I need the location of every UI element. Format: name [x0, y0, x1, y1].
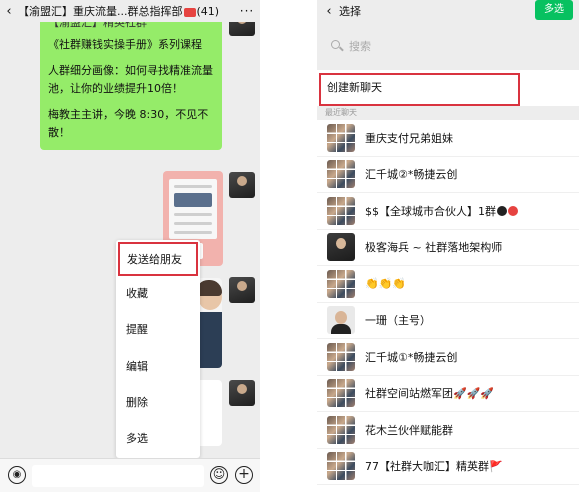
group-avatar [327, 269, 355, 298]
sender-avatar[interactable] [229, 172, 255, 198]
menu-item-edit[interactable]: 编辑 [116, 349, 200, 385]
message-paragraph: 《社群赚钱实操手册》系列课程 [48, 38, 202, 51]
group-avatar [327, 342, 355, 371]
select-header: ‹ 选择 多选 [317, 0, 579, 22]
chat-name: 77【社群大咖汇】精英群🚩 [365, 460, 503, 474]
card-content-image [169, 179, 217, 239]
black-circle-icon [497, 205, 507, 216]
chat-list-item[interactable]: 77【社群大咖汇】精英群🚩 [317, 449, 579, 485]
chat-list-item[interactable]: 花木兰伙伴赋能群 [317, 412, 579, 449]
group-avatar [327, 123, 355, 152]
chat-list-item[interactable]: 👏👏👏 [317, 266, 579, 303]
chat-name: 一珊（主号） [365, 314, 431, 328]
chat-name: 社群空间站燃军团🚀🚀🚀 [365, 387, 495, 401]
message-bubble-course[interactable]: 【渝盟汇】精英社群 《社群赚钱实操手册》系列课程 人群细分画像：如何寻找精准流量… [40, 10, 222, 150]
red-circle-icon [508, 205, 518, 216]
chat-header: ‹ 【渝盟汇】重庆流量...群总指挥部 (41) ··· [0, 0, 260, 22]
chat-list-item[interactable]: 汇千城①*畅捷云创 [317, 339, 579, 376]
message-paragraph: 人群细分画像：如何寻找精准流量池，让你的业绩提升10倍！ [48, 64, 213, 95]
chat-name: 极客海兵 ~ 社群落地架构师 [365, 241, 503, 255]
create-new-chat-button[interactable]: 创建新聊天 [317, 70, 579, 106]
voice-icon[interactable]: ◉ [8, 466, 26, 484]
back-arrow-icon[interactable]: ‹ [317, 4, 335, 19]
recent-chat-list: 重庆支付兄弟姐妹 汇千城②*畅捷云创 $$【全球城市合伙人】1群 极客海兵 ~ … [317, 120, 579, 492]
message-input[interactable] [32, 465, 204, 487]
chat-title: 【渝盟汇】重庆流量...群总指挥部 (41) [18, 3, 234, 19]
select-chat-panel: ‹ 选择 多选 搜索 创建新聊天 最近聊天 重庆支付兄弟姐妹 汇千城②*畅捷云创… [317, 0, 579, 492]
search-icon [331, 40, 344, 52]
back-arrow-icon[interactable]: ‹ [0, 4, 18, 19]
group-avatar [327, 196, 355, 225]
search-bar[interactable]: 搜索 [317, 22, 579, 70]
group-avatar [327, 415, 355, 444]
menu-item-favorite[interactable]: 收藏 [116, 276, 200, 312]
menu-item-remind[interactable]: 提醒 [116, 312, 200, 348]
input-bar: ◉ ☺ + [0, 458, 260, 492]
contact-avatar [327, 306, 355, 335]
group-avatar [327, 160, 355, 189]
chat-list-item[interactable]: 重庆支付兄弟姐妹 [317, 120, 579, 157]
emoji-icon[interactable]: ☺ [210, 466, 228, 484]
chat-name: 汇千城②*畅捷云创 [365, 168, 458, 182]
message-context-menu: 发送给朋友 收藏 提醒 编辑 删除 多选 [116, 240, 200, 458]
search-placeholder: 搜索 [349, 40, 371, 53]
sender-avatar[interactable] [229, 380, 255, 406]
chat-name: 汇千城①*畅捷云创 [365, 350, 458, 364]
chat-list-item[interactable]: 汇千城②*畅捷云创 [317, 157, 579, 193]
multi-select-button[interactable]: 多选 [535, 0, 573, 20]
chat-list-item[interactable]: 极客海兵 ~ 社群落地架构师 [317, 230, 579, 266]
chat-title-text: 【渝盟汇】重庆流量...群总指挥部 [18, 5, 183, 18]
chat-list-item[interactable]: 一珊（主号） [317, 303, 579, 339]
highlight-box [319, 73, 520, 106]
phone-icon [183, 7, 196, 17]
member-count: (41) [196, 5, 220, 18]
chat-name: 👏👏👏 [365, 277, 407, 291]
sender-avatar[interactable] [229, 277, 255, 303]
chat-name: 重庆支付兄弟姐妹 [365, 131, 453, 145]
more-icon[interactable]: ··· [234, 4, 260, 18]
chat-list-item[interactable]: $$【全球城市合伙人】1群 [317, 193, 579, 230]
plus-icon[interactable]: + [235, 466, 253, 484]
group-avatar [327, 379, 355, 408]
group-avatar [327, 452, 355, 481]
message-paragraph: 梅教主主讲，今晚 8:30，不见不散！ [48, 108, 209, 139]
chat-window: 【渝盟汇】精英社群 《社群赚钱实操手册》系列课程 人群细分画像：如何寻找精准流量… [0, 0, 260, 492]
menu-item-delete[interactable]: 删除 [116, 385, 200, 421]
menu-item-send-to-friend[interactable]: 发送给朋友 [118, 242, 198, 276]
menu-item-multi-select[interactable]: 多选 [116, 421, 200, 457]
chat-list-item[interactable]: 社群空间站燃军团🚀🚀🚀 [317, 376, 579, 412]
chat-name-text: $$【全球城市合伙人】1群 [365, 204, 496, 218]
contact-avatar [327, 233, 355, 262]
recent-chats-header: 最近聊天 [317, 106, 579, 120]
chat-name: 花木兰伙伴赋能群 [365, 423, 453, 437]
select-title: 选择 [339, 5, 361, 18]
chat-name: $$【全球城市合伙人】1群 [365, 203, 518, 219]
